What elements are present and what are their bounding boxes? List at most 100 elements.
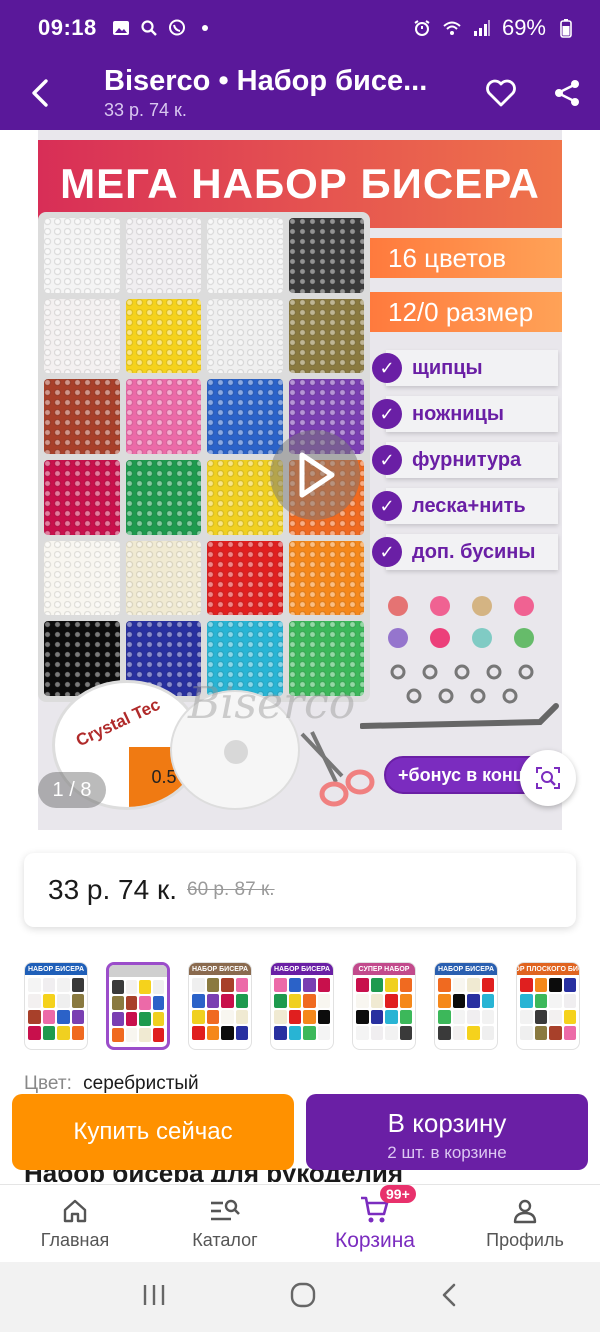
system-navigation-bar [0,1262,600,1332]
viber-icon [167,18,187,38]
thumbnail-label: НАБОР БИСЕРА [271,963,333,975]
check-icon: ✓ [372,353,402,383]
nav-home[interactable]: Главная [0,1185,150,1262]
tweezers-illustration [360,703,559,729]
header-titles: Biserco • Набор бисе... 33 р. 74 к. [80,65,468,121]
bead-compartment [125,298,201,374]
thumbnail-label [109,965,167,977]
search-icon [139,18,159,38]
thumbnail-label: НАБОР БИСЕРА [189,963,251,975]
bead-compartment [125,540,201,616]
thumbnail-label: СУПЕР НАБОР [353,963,415,975]
thumbnail[interactable]: СУПЕР НАБОР [352,962,416,1050]
image-tag-size: 12/0 размер [370,292,562,332]
watermark: Biserco [188,678,356,729]
bead-compartment [207,298,283,374]
nav-catalog[interactable]: Каталог [150,1185,300,1262]
nav-profile-label: Профиль [486,1230,564,1250]
recent-apps-button[interactable] [141,1283,167,1312]
status-time: 09:18 [38,15,97,40]
thumbnail-preview [356,978,412,1040]
bead-compartment [44,298,120,374]
feature-item: ✓ фурнитура [372,442,558,478]
product-gallery[interactable]: МЕГА НАБОР БИСЕРА 16 цветов 12/0 размер … [0,130,600,830]
heart-icon [486,79,516,107]
feature-item: ✓ щипцы [372,350,558,386]
battery-icon [556,18,576,38]
profile-icon [511,1196,539,1226]
play-video-button[interactable] [270,430,360,520]
bead-compartment [125,218,201,293]
check-icon: ✓ [372,537,402,567]
app-header: Biserco • Набор бисе... 33 р. 74 к. [0,56,600,130]
system-back-button[interactable] [439,1282,459,1313]
thumbnail-strip: НАБОР БИСЕРА НАБОР БИСЕРА НАБОР БИСЕРА СУПЕ… [24,962,580,1052]
thumbnail[interactable]: НАБОР БИСЕРА [270,962,334,1050]
add-to-cart-button[interactable]: В корзину 2 шт. в корзине [306,1094,588,1170]
thumbnail[interactable]: НАБОР БИСЕРА [24,962,88,1050]
page-title: Biserco • Набор бисе... [104,65,428,97]
share-icon [555,80,579,106]
home-circle-icon [290,1282,316,1307]
thumbnail-preview [28,978,84,1040]
bead-compartment [125,459,201,535]
buy-now-button[interactable]: Купить сейчас [12,1094,294,1170]
bead-compartment [207,218,283,293]
feature-item: ✓ доп. бусины [372,534,558,570]
cart-badge: 99+ [380,1185,416,1203]
thumbnail[interactable]: НАБОР ПЛОСКОГО БИСЕРА [516,962,580,1050]
product-image[interactable]: МЕГА НАБОР БИСЕРА 16 цветов 12/0 размер … [38,130,562,830]
current-price: 33 р. 74 к. [48,874,178,905]
bead-compartment [288,218,364,293]
chevron-left-icon [442,1283,456,1306]
play-icon [299,452,335,498]
back-arrow-icon [32,79,48,107]
dot-icon [195,18,215,38]
thumbnail-label: НАБОР БИСЕРА [25,963,87,975]
thumbnail-preview [192,978,248,1040]
color-label: Цвет: [24,1073,72,1094]
catalog-search-icon [209,1196,241,1226]
thumbnail-preview [274,978,330,1040]
add-to-cart-label: В корзину [387,1108,507,1138]
thumbnail-label: НАБОР БИСЕРА [435,963,497,975]
check-icon: ✓ [372,445,402,475]
home-icon [61,1196,89,1226]
bead-compartment [207,379,283,454]
status-notification-icons [111,18,215,38]
thumbnail[interactable]: НАБОР БИСЕРА [434,962,498,1050]
check-icon: ✓ [372,399,402,429]
bead-compartment [44,459,120,535]
charms-illustration [388,596,534,704]
image-search-icon [536,767,560,789]
gallery-icon [111,18,131,38]
bead-compartment [44,540,120,616]
visual-search-button[interactable] [520,750,576,806]
home-button[interactable] [289,1281,317,1314]
bead-compartment [288,298,364,374]
wifi-icon [442,18,462,38]
bottom-navigation: Главная Каталог 99+ Корзина Профиль [0,1184,600,1262]
bead-compartment [288,540,364,616]
share-button[interactable] [534,56,600,130]
signal-icon [472,18,492,38]
battery-percent: 69% [501,15,546,40]
color-value: серебристый [83,1073,199,1094]
thumbnail-preview [438,978,494,1040]
check-icon: ✓ [372,491,402,521]
thumbnail[interactable] [106,962,170,1050]
image-counter: 1 / 8 [38,772,106,808]
back-button[interactable] [0,56,80,130]
favorite-button[interactable] [468,56,534,130]
color-selector[interactable]: Цвет: серебристый [24,1073,199,1095]
thumbnail-preview [112,980,164,1042]
nav-catalog-label: Каталог [192,1230,258,1250]
nav-profile[interactable]: Профиль [450,1185,600,1262]
nav-cart[interactable]: 99+ Корзина [300,1185,450,1262]
thumbnail[interactable]: НАБОР БИСЕРА [188,962,252,1050]
recent-apps-icon [143,1284,165,1305]
bead-compartment [125,379,201,454]
feature-item: ✓ ножницы [372,396,558,432]
thumbnail-label: НАБОР ПЛОСКОГО БИСЕРА [517,963,579,975]
thumbnail-preview [520,978,576,1040]
